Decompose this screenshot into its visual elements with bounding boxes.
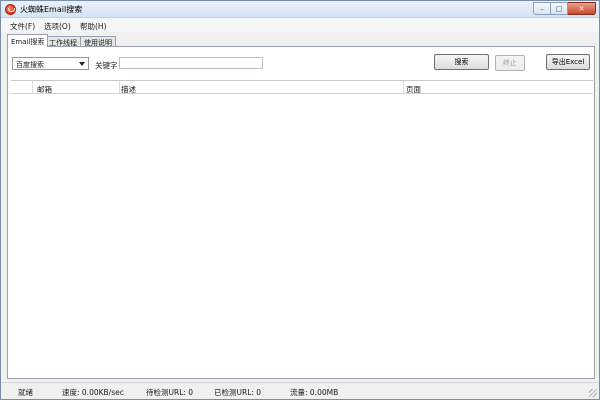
menu-help[interactable]: 帮助(H) — [80, 21, 107, 32]
search-engine-value: 百度搜索 — [16, 61, 44, 69]
dropdown-arrow-icon — [79, 62, 85, 66]
close-button[interactable]: ✕ — [568, 2, 596, 15]
column-separator[interactable] — [403, 81, 404, 94]
search-button[interactable]: 搜索 — [434, 54, 489, 70]
menu-bar: 文件(F) 选项(O) 帮助(H) — [1, 18, 599, 32]
main-window: 火蜘蛛Email搜索 – □ ✕ 文件(F) 选项(O) 帮助(H) Email… — [0, 0, 600, 400]
maximize-icon: □ — [555, 4, 563, 13]
status-checked-urls: 已检测URL: 0 — [214, 388, 262, 397]
window-title: 火蜘蛛Email搜索 — [20, 5, 83, 14]
menu-file[interactable]: 文件(F) — [10, 21, 35, 32]
column-header-email[interactable]: 邮箱 — [37, 84, 52, 95]
column-separator[interactable] — [32, 81, 33, 94]
close-icon: ✕ — [578, 4, 585, 13]
search-engine-select[interactable]: 百度搜索 — [12, 57, 89, 70]
status-bar: 就绪 速度: 0.00KB/sec 待检测URL: 0 已检测URL: 0 流量… — [1, 382, 599, 399]
resize-grip-icon[interactable] — [589, 389, 597, 397]
minimize-button[interactable]: – — [533, 2, 551, 15]
keyword-input[interactable] — [119, 57, 263, 69]
status-traffic: 流量: 0.00MB — [290, 388, 339, 397]
column-separator[interactable] — [119, 81, 120, 94]
results-list[interactable]: 邮箱 描述 页面 — [11, 80, 593, 376]
maximize-button[interactable]: □ — [551, 2, 568, 15]
tab-email-search[interactable]: Email搜索 — [7, 34, 49, 47]
window-controls: – □ ✕ — [533, 2, 596, 15]
status-pending-urls: 待检测URL: 0 — [146, 388, 194, 397]
results-list-header: 邮箱 描述 页面 — [11, 81, 593, 94]
menu-options[interactable]: 选项(O) — [44, 21, 71, 32]
status-speed: 速度: 0.00KB/sec — [62, 388, 124, 397]
status-state: 就绪 — [18, 388, 33, 397]
title-bar[interactable]: 火蜘蛛Email搜索 – □ ✕ — [1, 1, 599, 18]
column-header-description[interactable]: 描述 — [121, 84, 136, 95]
keyword-label: 关键字 — [95, 61, 118, 70]
export-excel-button[interactable]: 导出Excel — [546, 54, 590, 70]
minimize-icon: – — [540, 4, 544, 13]
app-spider-icon — [5, 4, 16, 15]
column-header-page[interactable]: 页面 — [406, 84, 421, 95]
stop-button[interactable]: 终止 — [495, 55, 525, 71]
